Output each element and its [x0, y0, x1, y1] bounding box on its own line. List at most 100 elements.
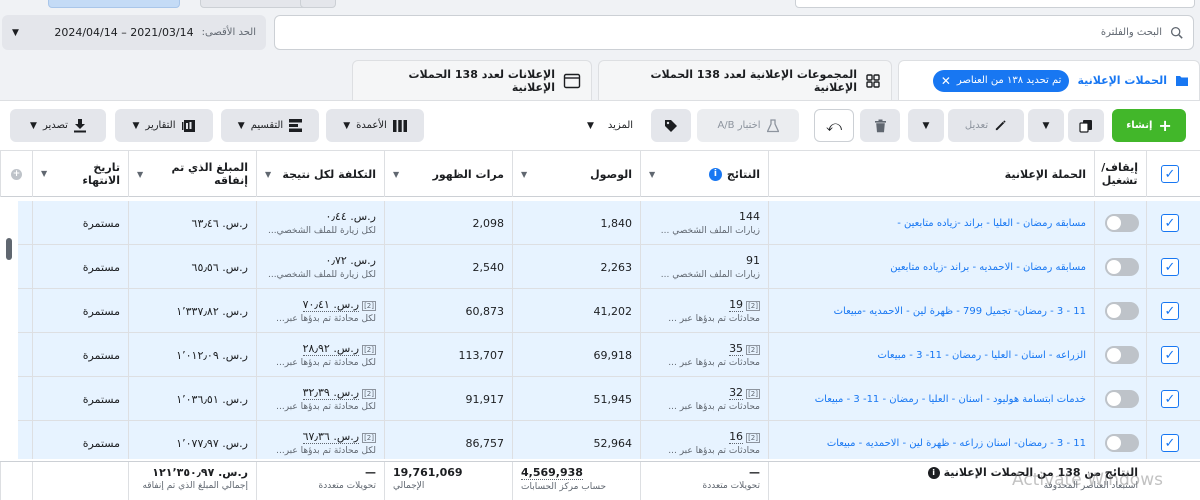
- header-results[interactable]: النتائج i ▼: [640, 151, 768, 197]
- campaign-toggle[interactable]: [1105, 214, 1139, 232]
- tag-button[interactable]: [651, 109, 691, 142]
- tab-campaigns-label: الحملات الإعلانية: [1077, 74, 1167, 87]
- ab-test-button[interactable]: اختبار A/B: [697, 109, 799, 142]
- top-button[interactable]: [48, 0, 180, 8]
- header-reach[interactable]: الوصول ▼: [512, 151, 640, 197]
- vertical-scrollbar-thumb[interactable]: [6, 238, 12, 260]
- row-checkbox[interactable]: ✓: [1161, 258, 1179, 276]
- row-spent-cell: ر.س. ١٬٠١٢٫٠٩: [128, 333, 256, 377]
- duplicate-icon: [1079, 119, 1093, 133]
- create-button[interactable]: + إنشاء: [1112, 109, 1186, 142]
- campaign-name-link[interactable]: مسابقه رمضان - العليا - براند -زياده متا…: [777, 218, 1086, 229]
- duplicate-menu-button[interactable]: ▼: [1028, 109, 1064, 142]
- sort-caret-icon[interactable]: ▼: [265, 170, 271, 179]
- trash-icon: [874, 119, 887, 133]
- close-icon[interactable]: ✕: [941, 74, 951, 88]
- row-select-cell: ✓: [1146, 201, 1200, 245]
- campaign-name-link[interactable]: الزراعه - اسنان - العليا - رمضان - 11- 3…: [777, 350, 1086, 361]
- campaign-name-link[interactable]: مسابقه رمضان - الاحمديه - براند -زياده م…: [777, 262, 1086, 273]
- date-range-picker[interactable]: الحد الأقصى: 2024/04/14 – 2021/03/14 ▼: [2, 15, 266, 50]
- table-row[interactable]: ✓ مسابقه رمضان - العليا - براند -زياده مت…: [18, 201, 1200, 245]
- tab-ads-label: الإعلانات لعدد 138 الحملات الإعلانية: [408, 67, 555, 94]
- edit-button[interactable]: تعديل: [948, 109, 1024, 142]
- table-row[interactable]: ✓ 11 - 3 - رمضان- تجميل 799 - ظهرة لين - …: [18, 289, 1200, 333]
- impressions-value: 2,540: [472, 260, 505, 274]
- row-spent-cell: ر.س. ١٬٠٧٧٫٩٧: [128, 421, 256, 459]
- campaign-name-link[interactable]: 11 - 3 - رمضان- اسنان زراعه - ظهرة لين -…: [777, 438, 1086, 449]
- header-add-column[interactable]: +: [0, 151, 32, 197]
- header-cost-per-result[interactable]: التكلفة لكل نتيجة ▼: [256, 151, 384, 197]
- results-sub: زيارات الملف الشخصي ...: [660, 226, 760, 236]
- columns-button[interactable]: الأعمدة ▼: [326, 109, 424, 142]
- row-impressions-cell: 2,098: [384, 201, 512, 245]
- row-impressions-cell: 86,757: [384, 421, 512, 459]
- campaign-name-link[interactable]: خدمات ابتسامة هوليود - اسنان - العليا - …: [777, 394, 1086, 405]
- tab-ads[interactable]: الإعلانات لعدد 138 الحملات الإعلانية: [352, 60, 592, 100]
- row-checkbox[interactable]: ✓: [1161, 434, 1179, 452]
- header-end-date[interactable]: تاريخ الانتهاء ▼: [32, 151, 128, 197]
- header-toggle[interactable]: إيقاف/ تشغيل: [1094, 151, 1146, 197]
- row-end-cell: مستمرة: [32, 333, 128, 377]
- row-checkbox[interactable]: ✓: [1161, 390, 1179, 408]
- table-row[interactable]: ✓ مسابقه رمضان - الاحمديه - براند -زياده …: [18, 245, 1200, 289]
- row-cost-cell: ر.س. ٠٫٧٢ لكل زيارة للملف الشخصي...: [256, 245, 384, 289]
- row-cost-cell: ر.س. ٠٫٤٤ لكل زيارة للملف الشخصي...: [256, 201, 384, 245]
- toolbar: + إنشاء ▼ تعديل ▼ ⤺ اختبار A/B المزيد ▼ …: [0, 100, 1200, 150]
- table-row[interactable]: ✓ 11 - 3 - رمضان- اسنان زراعه - ظهرة لين …: [18, 421, 1200, 459]
- sort-caret-icon[interactable]: ▼: [393, 170, 399, 179]
- sort-caret-icon[interactable]: ▼: [41, 169, 47, 179]
- select-all-checkbox[interactable]: ✓: [1161, 165, 1179, 183]
- cost-sub: لكل زيارة للملف الشخصي...: [268, 226, 376, 236]
- campaign-toggle[interactable]: [1105, 390, 1139, 408]
- sort-caret-icon[interactable]: ▼: [521, 170, 527, 179]
- breakdown-button[interactable]: التقسيم ▼: [221, 109, 319, 142]
- top-button[interactable]: [795, 0, 1195, 8]
- row-reach-cell: 51,945: [512, 377, 640, 421]
- impressions-value: 86,757: [465, 436, 505, 450]
- sort-caret-icon[interactable]: ▼: [137, 170, 143, 179]
- row-checkbox[interactable]: ✓: [1161, 302, 1179, 320]
- delete-button[interactable]: [860, 109, 900, 142]
- sort-caret-icon[interactable]: ▼: [649, 170, 655, 179]
- campaign-toggle[interactable]: [1105, 302, 1139, 320]
- top-button[interactable]: [300, 0, 336, 8]
- activate-windows-watermark: Activate Windows: [1012, 470, 1163, 490]
- results-value-wrap: [2]35: [729, 342, 760, 356]
- duplicate-button[interactable]: [1068, 109, 1104, 142]
- add-column-icon[interactable]: +: [11, 168, 22, 180]
- edit-menu-button[interactable]: ▼: [908, 109, 944, 142]
- row-checkbox[interactable]: ✓: [1161, 214, 1179, 232]
- header-impressions[interactable]: مرات الظهور ▼: [384, 151, 512, 197]
- table-row[interactable]: ✓ خدمات ابتسامة هوليود - اسنان - العليا -…: [18, 377, 1200, 421]
- header-campaign[interactable]: الحملة الإعلانية: [768, 151, 1094, 197]
- caret-down-icon: ▼: [586, 120, 594, 131]
- info-icon[interactable]: i: [708, 167, 722, 181]
- header-amount-spent[interactable]: المبلغ الذي تم إنفاقه ▼: [128, 151, 256, 197]
- summary-cost-value: —: [365, 466, 376, 479]
- search-filter-box[interactable]: [274, 15, 1194, 50]
- row-campaign-cell: 11 - 3 - رمضان- اسنان زراعه - ظهرة لين -…: [768, 421, 1094, 459]
- info-icon[interactable]: i: [927, 466, 940, 479]
- campaign-name-link[interactable]: 11 - 3 - رمضان- تجميل 799 - ظهرة لين - ا…: [777, 306, 1086, 317]
- campaign-toggle[interactable]: [1105, 258, 1139, 276]
- export-button[interactable]: تصدير ▼: [10, 109, 106, 142]
- campaign-toggle[interactable]: [1105, 434, 1139, 452]
- tag-icon: [664, 119, 678, 133]
- search-input[interactable]: [285, 27, 1162, 38]
- selection-chip[interactable]: تم تحديد ١٣٨ من العناصر ✕: [932, 69, 1070, 92]
- tab-campaigns[interactable]: الحملات الإعلانية تم تحديد ١٣٨ من العناص…: [898, 60, 1200, 100]
- summary-spent-sub: إجمالي المبلغ الذي تم إنفاقه: [142, 481, 248, 491]
- tab-adsets[interactable]: المجموعات الإعلانية لعدد 138 الحملات الإ…: [598, 60, 892, 100]
- results-value: 32: [729, 386, 744, 400]
- table-row[interactable]: ✓ الزراعه - اسنان - العليا - رمضان - 11- …: [18, 333, 1200, 377]
- end-date-value: مستمرة: [82, 348, 120, 362]
- results-value-wrap: [2]16: [729, 430, 760, 444]
- row-checkbox[interactable]: ✓: [1161, 346, 1179, 364]
- cost-value: ر.س. ٦٧٫٣٦: [302, 430, 360, 444]
- more-dropdown[interactable]: المزيد ▼: [575, 109, 645, 142]
- campaign-toggle[interactable]: [1105, 346, 1139, 364]
- row-campaign-cell: خدمات ابتسامة هوليود - اسنان - العليا - …: [768, 377, 1094, 421]
- header-results-label: النتائج: [726, 167, 760, 181]
- reports-button[interactable]: التقارير ▼: [115, 109, 213, 142]
- undo-button[interactable]: ⤺: [814, 109, 854, 142]
